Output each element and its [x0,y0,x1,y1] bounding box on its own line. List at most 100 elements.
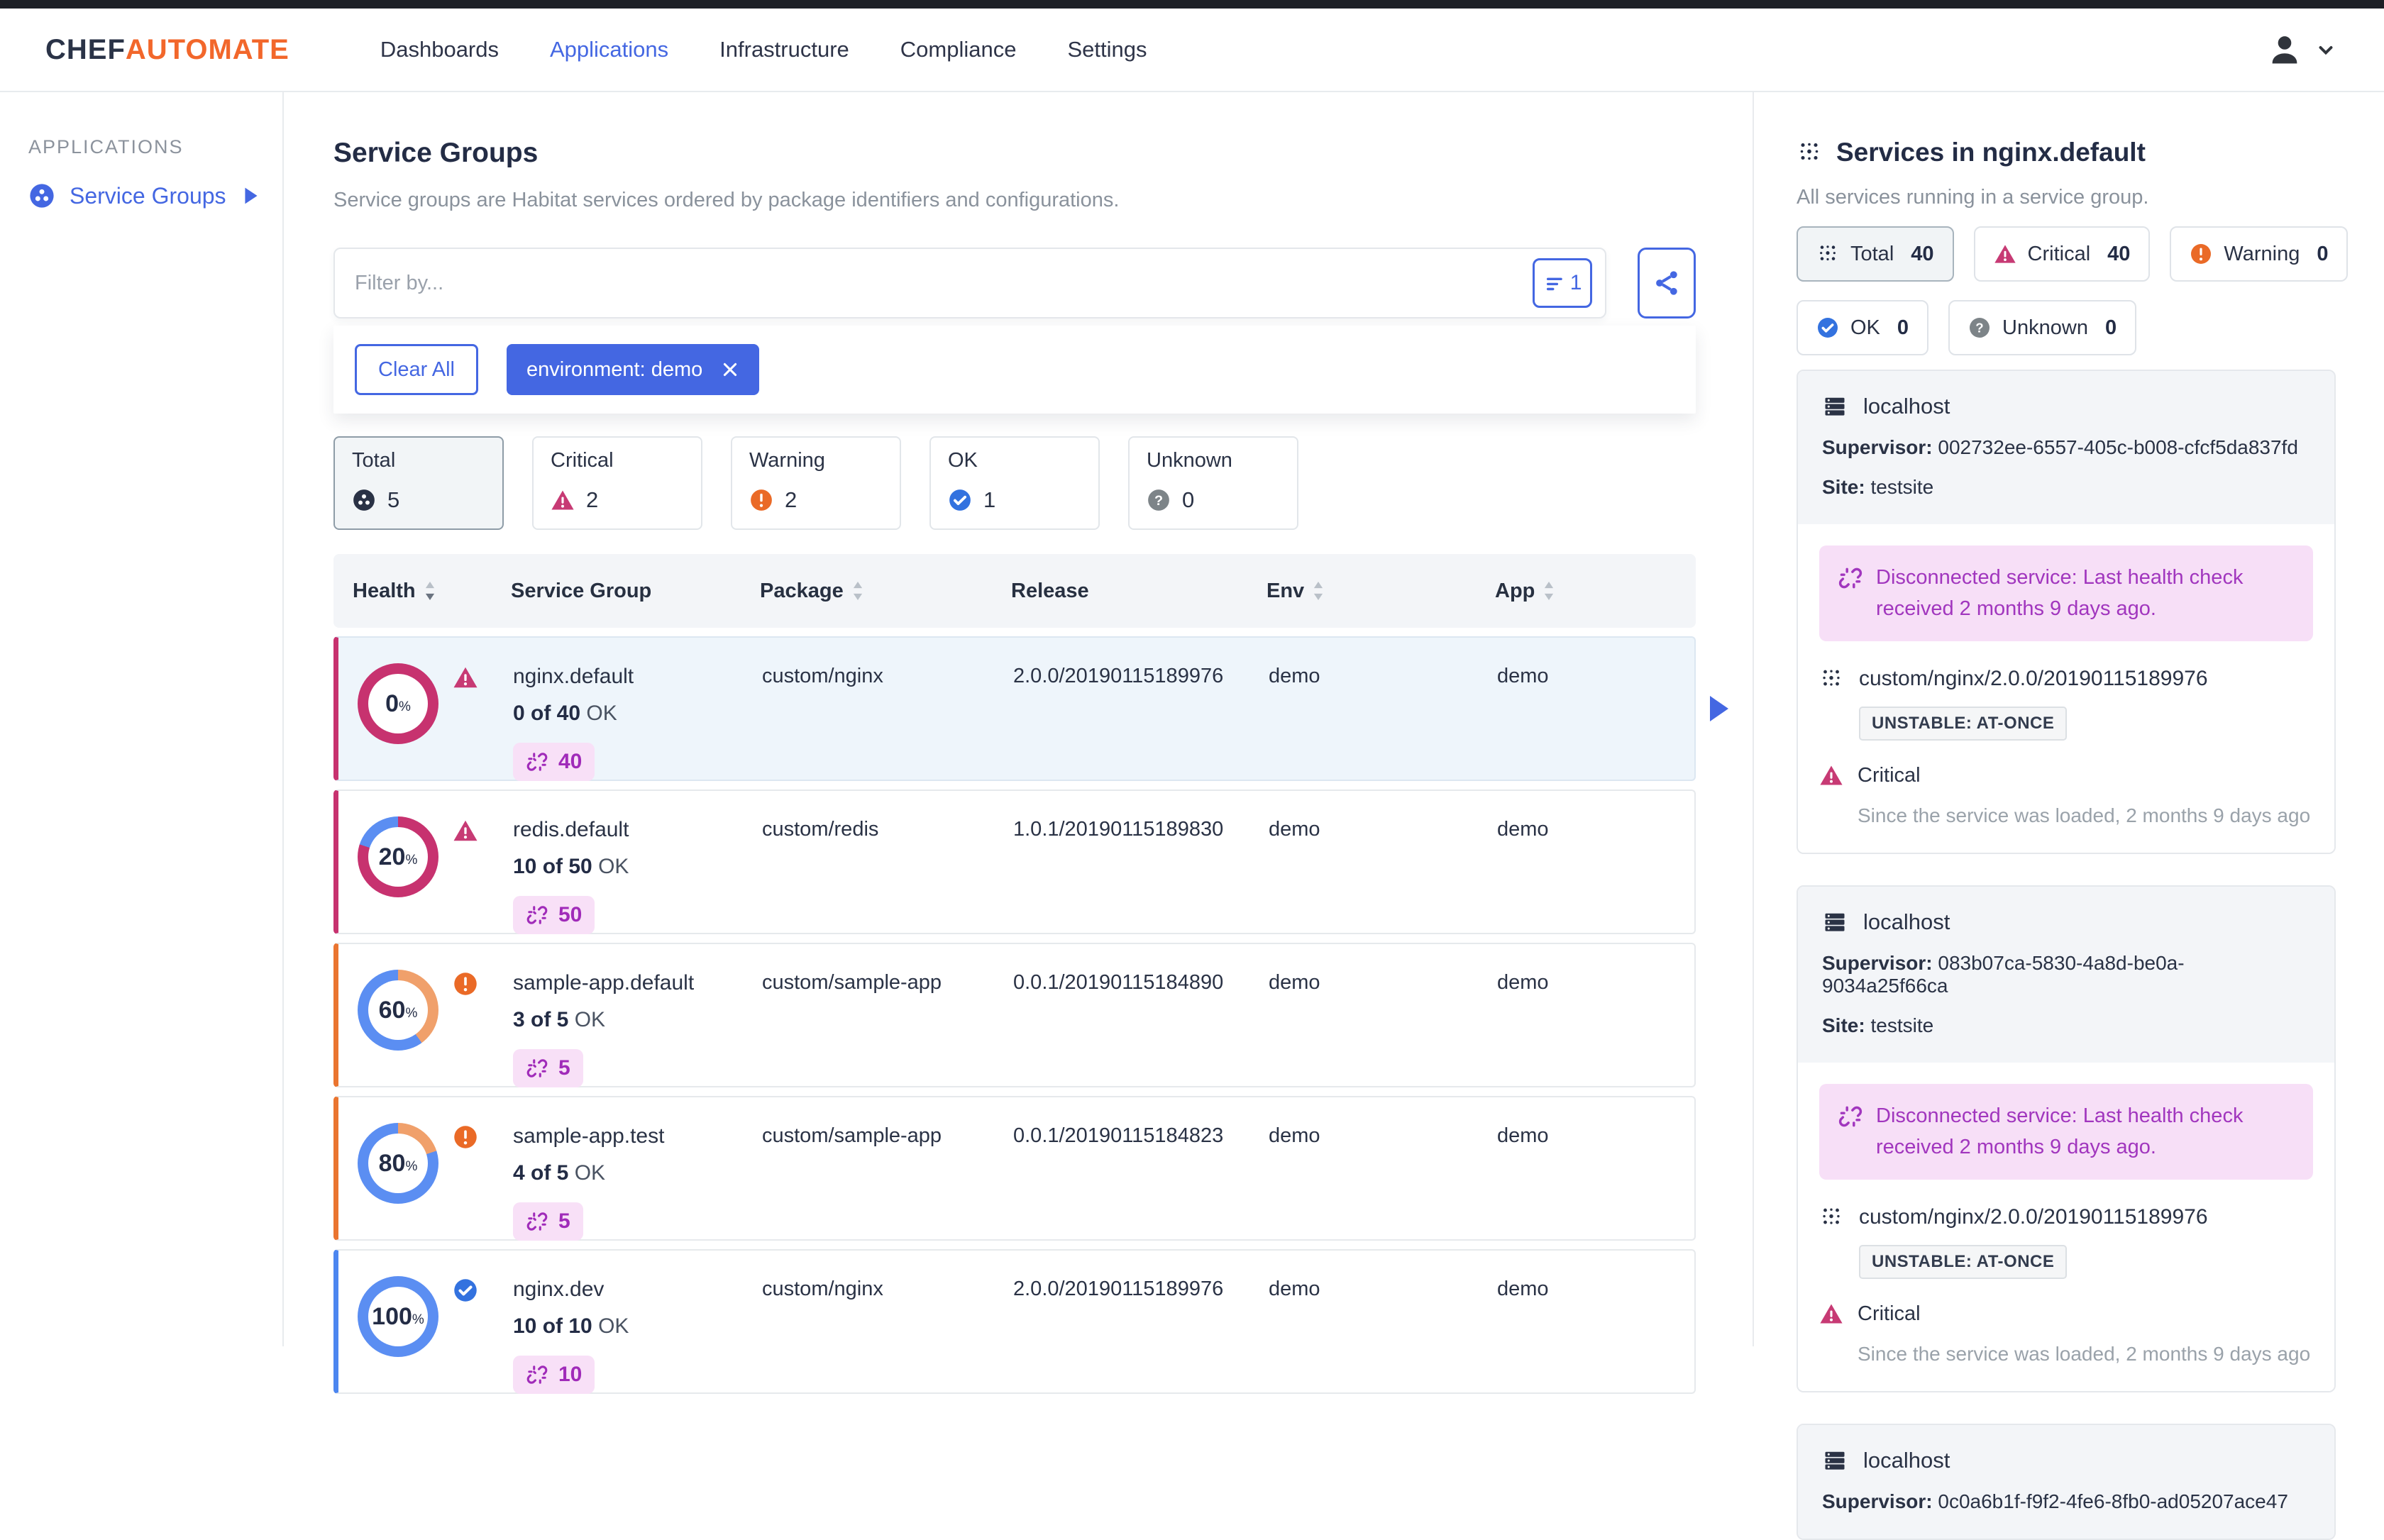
status-card-count: 1 [983,487,995,513]
nav-settings[interactable]: Settings [1067,37,1147,62]
pill-warning[interactable]: Warning0 [2170,226,2348,282]
filter-chip-environment[interactable]: environment: demo [507,344,759,395]
status-card-count: 2 [586,487,598,513]
update-strategy-badge: UNSTABLE: AT-ONCE [1859,707,2067,741]
filter-toggle-button[interactable]: 1 [1533,258,1592,308]
filter-input[interactable] [355,272,1533,295]
service-card-body: Disconnected service: Last health check … [1798,1063,2334,1391]
status-card-ok[interactable]: OK 1 [929,436,1100,530]
disconnected-count-chip: 5 [513,1049,583,1087]
service-group-name: nginx.default [513,665,762,689]
health-donut: 80% [358,1123,438,1204]
service-card-header: localhost Supervisor: 083b07ca-5830-4a8d… [1798,887,2334,1063]
svg-text:?: ? [1154,493,1163,509]
status-card-warning[interactable]: Warning 2 [731,436,901,530]
service-card: localhost Supervisor: 0c0a6b1f-f9f2-4fe6… [1797,1424,2336,1540]
chef-automate-logo[interactable]: CHEF AUTOMATE [45,34,289,66]
table-row[interactable]: 100% nginx.dev 10 of 10 OK 10 cust [333,1249,1696,1394]
health-status-line: Critical [1819,763,2313,787]
since-loaded-text: Since the service was loaded, 2 months 9… [1858,804,2313,827]
nav-infrastructure[interactable]: Infrastructure [719,37,849,62]
table-row[interactable]: 60% sample-app.default 3 of 5 OK 5 [333,943,1696,1087]
sidebar-section-label: APPLICATIONS [0,136,282,158]
status-card-critical[interactable]: Critical 2 [532,436,702,530]
nav-applications[interactable]: Applications [550,37,668,62]
pill-unknown[interactable]: ? Unknown0 [1948,300,2136,355]
update-strategy-badge: UNSTABLE: AT-ONCE [1859,1245,2067,1279]
nav-compliance[interactable]: Compliance [900,37,1017,62]
env-cell: demo [1269,1097,1497,1241]
package-cell: custom/redis [762,791,1013,934]
column-header-env[interactable]: Env [1266,580,1495,603]
health-status-icon [453,971,478,997]
pill-ok[interactable]: OK0 [1797,300,1928,355]
share-button[interactable] [1638,248,1696,318]
release-cell: 0.0.1/20190115184823 [1013,1097,1269,1241]
column-header-app[interactable]: App [1495,580,1696,603]
server-icon [1822,909,1848,935]
sort-icon[interactable] [1313,582,1324,600]
disconnected-count-chip: 40 [513,743,595,781]
sort-icon[interactable] [424,582,436,600]
nav-dashboards[interactable]: Dashboards [380,37,499,62]
app-cell: demo [1497,791,1698,934]
status-card-label: Critical [551,449,684,472]
column-header-package[interactable]: Package [760,580,1011,603]
column-header-service-group: Service Group [511,580,760,603]
status-card-count: 2 [785,487,797,513]
sidebar-item-label: Service Groups [70,183,226,209]
services-dots-icon [1816,243,1839,265]
table-row[interactable]: 20% redis.default 10 of 50 OK 50 c [333,790,1696,934]
table-row[interactable]: 80% sample-app.test 4 of 5 OK 5 cu [333,1096,1696,1241]
clear-all-button[interactable]: Clear All [355,344,478,395]
main-content: Service Groups Service groups are Habita… [284,92,1753,1346]
service-group-cell: nginx.dev 10 of 10 OK 10 [513,1251,762,1394]
broken-link-icon [526,750,548,773]
disconnected-alert: Disconnected service: Last health check … [1819,545,2313,641]
status-filter-cards: Total 5 Critical 2 Warning 2 OK 1 [333,436,1753,530]
panel-subtitle: All services running in a service group. [1797,186,2334,209]
health-status-icon [453,665,478,690]
health-donut: 0% [358,663,438,744]
column-header-health[interactable]: Health [353,580,511,603]
release-cell: 1.0.1/20190115189830 [1013,791,1269,934]
filter-box: 1 [333,248,1606,318]
supervisor-line: Supervisor: 083b07ca-5830-4a8d-be0a-9034… [1822,952,2310,997]
user-menu[interactable] [2266,31,2339,68]
brand-automate: AUTOMATE [126,34,289,66]
service-group-cell: sample-app.default 3 of 5 OK 5 [513,944,762,1087]
health-cell: 100% [358,1251,513,1394]
app-cell: demo [1497,944,1698,1087]
host-name: localhost [1863,1448,1950,1473]
status-card-count: 5 [387,487,399,513]
sort-icon[interactable] [1543,582,1555,600]
service-status-pills: Total40 Critical40 Warning0 OK0 ? Unknow… [1797,226,2350,355]
status-card-total[interactable]: Total 5 [333,436,504,530]
server-icon [1822,394,1848,419]
selected-row-caret-icon[interactable] [1709,696,1728,721]
sort-icon[interactable] [852,582,863,600]
chevron-down-icon [2313,37,2339,62]
service-group-icon [352,488,376,512]
services-dots-icon [1797,140,1822,165]
package-cell: custom/sample-app [762,944,1013,1087]
sidebar-item-service-groups[interactable]: Service Groups [0,182,282,209]
filter-chip-label: environment: demo [526,358,702,382]
page-title: Service Groups [333,138,1753,169]
health-donut: 60% [358,970,438,1051]
pill-total[interactable]: Total40 [1797,226,1954,282]
filter-count: 1 [1570,271,1582,295]
broken-link-icon [526,1363,548,1386]
chip-close-icon[interactable] [721,360,739,379]
warning-icon [453,971,478,997]
status-card-unknown[interactable]: Unknown ? 0 [1128,436,1298,530]
brand-chef: CHEF [45,34,126,66]
pill-critical[interactable]: Critical40 [1974,226,2151,282]
column-header-release: Release [1011,580,1266,603]
critical-icon [1819,763,1843,787]
table-row[interactable]: 0% nginx.default 0 of 40 OK 40 cus [333,636,1696,781]
page-subtitle: Service groups are Habitat services orde… [333,189,1753,212]
broken-link-icon [1838,565,1863,591]
critical-icon [1819,1302,1843,1326]
broken-link-icon [526,1210,548,1233]
